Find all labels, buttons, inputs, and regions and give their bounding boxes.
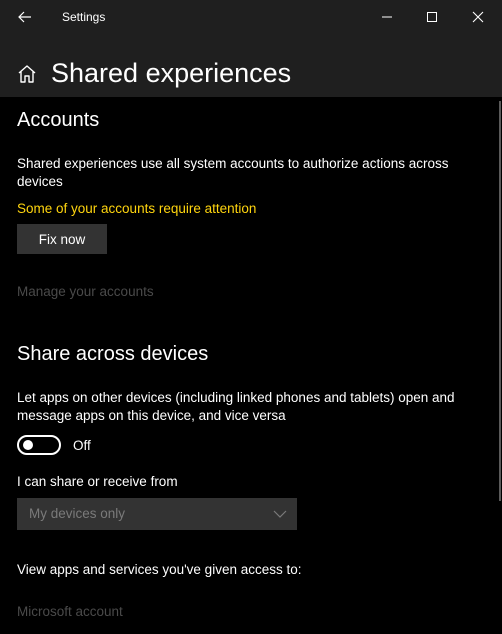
accounts-description: Shared experiences use all system accoun… [17,156,449,189]
title-bar: Settings [0,0,502,34]
toggle-state-label: Off [73,438,91,453]
maximize-button[interactable] [409,0,455,34]
fix-now-button[interactable]: Fix now [17,224,107,254]
settings-content: Accounts Shared experiences use all syst… [0,97,502,634]
share-from-label: I can share or receive from [17,474,178,489]
share-section-title: Share across devices [17,343,209,365]
home-icon[interactable] [16,63,38,85]
access-label: View apps and services you've given acce… [17,562,302,577]
chevron-down-icon [273,510,287,518]
microsoft-account-link[interactable]: Microsoft account [17,604,123,619]
minimize-icon [382,16,392,18]
close-button[interactable] [455,0,501,34]
share-description: Let apps on other devices (including lin… [17,390,455,423]
maximize-icon [427,12,437,22]
close-icon [472,11,484,23]
page-header: Shared experiences [0,34,502,97]
scrollbar[interactable] [499,101,501,501]
share-from-dropdown[interactable]: My devices only [17,498,297,530]
accounts-warning: Some of your accounts require attention [17,201,257,216]
back-button[interactable] [8,1,42,33]
toggle-knob [23,440,33,450]
accounts-section-title: Accounts [17,109,100,131]
settings-window: Settings Shared experiences Accounts Sha… [0,0,502,634]
app-title: Settings [62,10,106,24]
share-from-value: My devices only [29,506,126,521]
minimize-button[interactable] [364,0,410,34]
back-arrow-icon [18,11,31,23]
page-title: Shared experiences [51,58,292,88]
manage-accounts-link[interactable]: Manage your accounts [17,284,154,299]
share-toggle[interactable] [17,435,61,455]
